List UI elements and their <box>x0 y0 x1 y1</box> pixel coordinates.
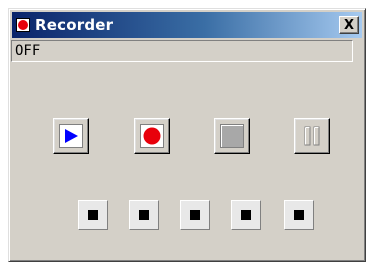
slot-button-5[interactable] <box>284 200 314 230</box>
record-dot <box>18 20 28 30</box>
slot-button-2[interactable] <box>129 200 159 230</box>
close-button[interactable]: X <box>339 16 359 34</box>
slot-button-4[interactable] <box>231 200 261 230</box>
play-face <box>59 124 83 148</box>
play-button[interactable] <box>53 118 89 154</box>
window-title: Recorder <box>35 16 114 34</box>
stop-button[interactable] <box>214 118 250 154</box>
record-button[interactable] <box>134 118 170 154</box>
square-icon <box>139 210 149 220</box>
status-display: OFF <box>11 40 353 62</box>
slot-button-1[interactable] <box>78 200 108 230</box>
pause-button[interactable] <box>294 118 330 154</box>
slot-button-3[interactable] <box>180 200 210 230</box>
record-dot-icon <box>16 18 30 32</box>
close-icon: X <box>343 17 355 33</box>
square-icon <box>241 210 251 220</box>
pause-face <box>300 124 324 148</box>
stop-icon <box>220 124 244 148</box>
record-face <box>140 124 164 148</box>
pause-icon <box>304 126 320 146</box>
square-icon <box>190 210 200 220</box>
square-icon <box>294 210 304 220</box>
square-icon <box>88 210 98 220</box>
title-bar[interactable]: Recorder X <box>12 12 362 38</box>
record-icon <box>143 127 161 145</box>
play-icon <box>65 129 78 143</box>
